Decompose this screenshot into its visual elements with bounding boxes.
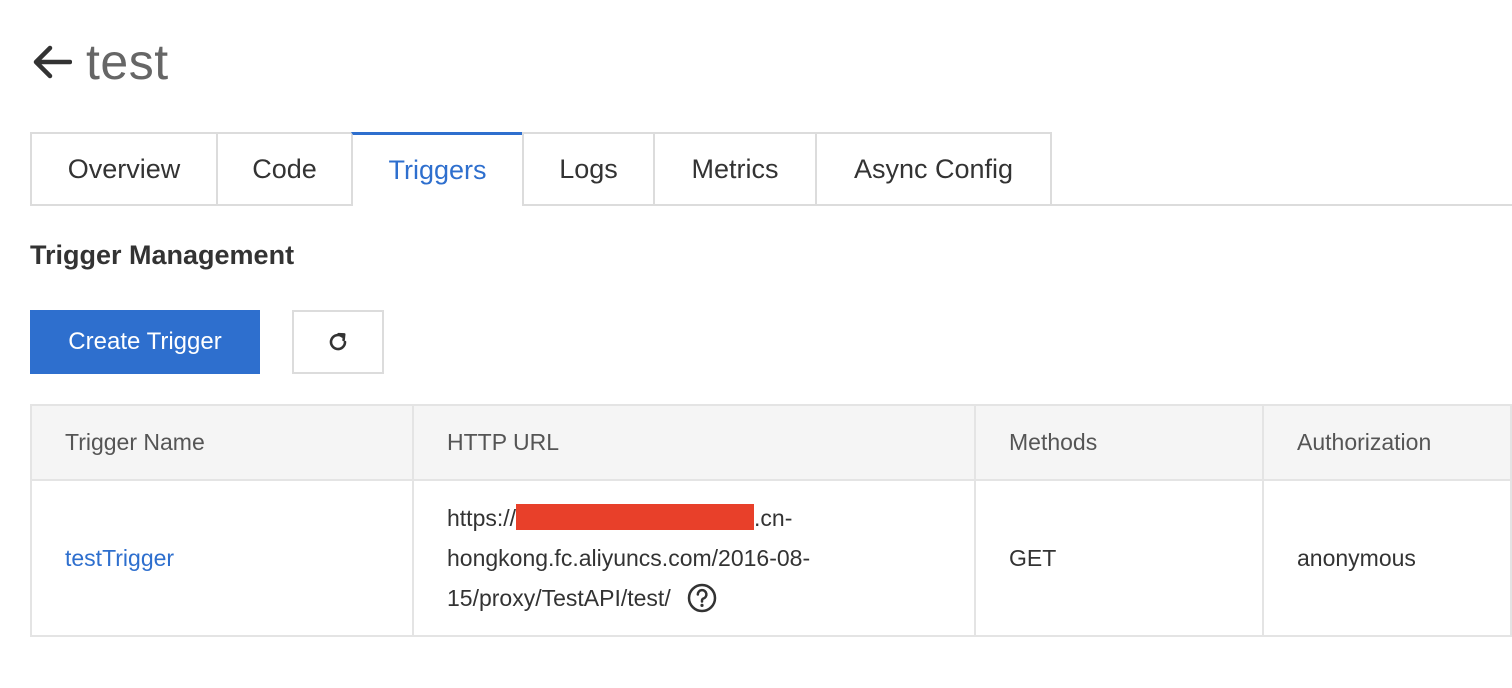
column-header-methods: Methods [974,404,1264,481]
tab-logs[interactable]: Logs [522,132,655,204]
create-trigger-button[interactable]: Create Trigger [30,310,260,374]
tab-triggers[interactable]: Triggers [351,132,524,206]
page-title: test [86,34,169,90]
trigger-name-cell: testTrigger [30,479,414,637]
url-suffix: .cn- [754,505,793,531]
tab-overview[interactable]: Overview [30,132,218,204]
authorization-cell: anonymous [1262,479,1512,637]
column-header-authorization: Authorization [1262,404,1512,481]
table-header-row: Trigger Name HTTP URL Methods Authorizat… [30,404,1512,481]
back-button[interactable] [30,40,74,84]
redaction-bar [516,504,755,530]
section-title: Trigger Management [30,240,295,270]
page-header: test [30,30,169,94]
question-circle-icon[interactable] [687,583,717,613]
triggers-table: Trigger Name HTTP URL Methods Authorizat… [30,404,1512,637]
arrow-left-icon [33,45,72,79]
url-line-2: hongkong.fc.aliyuncs.com/2016-08- [447,545,811,571]
refresh-button[interactable] [292,310,384,374]
column-header-trigger-name: Trigger Name [30,404,414,481]
url-line-3: 15/proxy/TestAPI/test/ [447,585,671,611]
tab-code[interactable]: Code [216,132,353,204]
tab-async-config[interactable]: Async Config [815,132,1052,204]
tab-bar: Overview Code Triggers Logs Metrics Asyn… [30,132,1512,206]
trigger-name-link[interactable]: testTrigger [65,545,174,571]
tab-metrics[interactable]: Metrics [653,132,817,204]
refresh-icon [329,332,347,351]
table-row: testTrigger https:// .cn- hongkong.fc.ali… [30,479,1512,637]
url-prefix: https:// [447,505,517,531]
column-header-http-url: HTTP URL [412,404,976,481]
function-detail-page: test Overview Code Triggers Logs Metrics… [0,0,1512,688]
http-url-cell: https:// .cn- hongkong.fc.aliyuncs.com/20… [412,479,976,637]
methods-cell: GET [974,479,1264,637]
